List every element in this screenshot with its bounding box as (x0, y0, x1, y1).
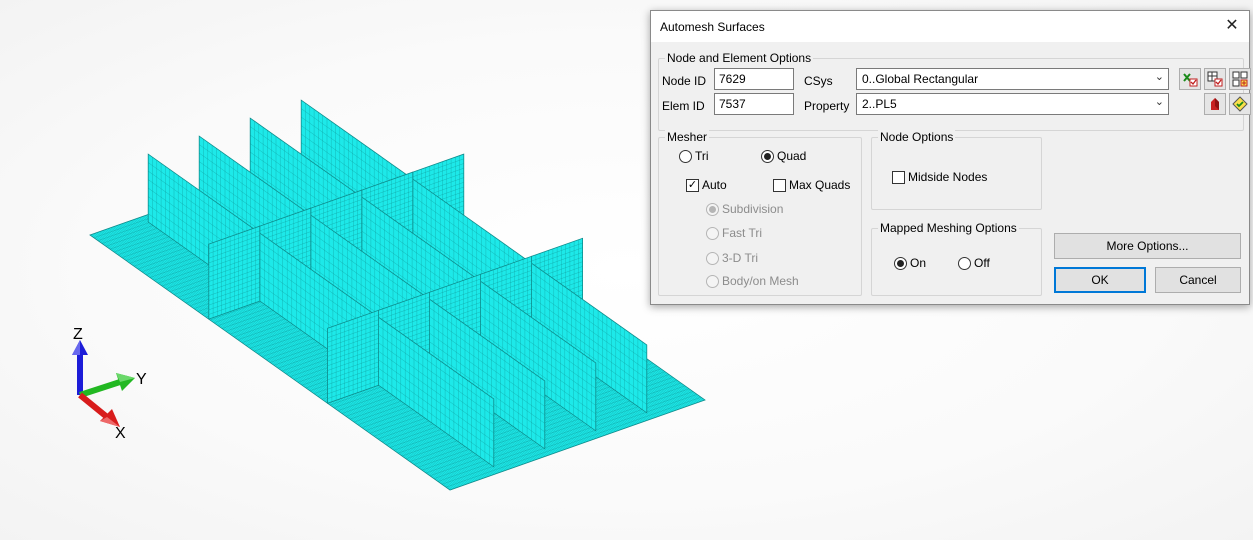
csys-label: CSys (804, 74, 833, 88)
fast-tri-radio[interactable]: Fast Tri (706, 226, 762, 240)
tri-radio-label: Tri (695, 149, 709, 163)
body-on-mesh-radio-dot (706, 274, 719, 288)
copy-csys-icon (1207, 71, 1223, 87)
csys-dropdown-value: 0..Global Rectangular (862, 72, 979, 86)
auto-checkbox[interactable]: ✓ Auto (686, 178, 727, 192)
quad-radio[interactable]: Quad (761, 149, 806, 163)
subdivision-radio[interactable]: Subdivision (706, 202, 783, 216)
checkmark-icon: ✓ (686, 178, 699, 192)
midside-nodes-box (892, 170, 905, 184)
automesh-surfaces-dialog: Automesh Surfaces ✕ Node and Element Opt… (650, 10, 1251, 305)
dialog-titlebar[interactable]: Automesh Surfaces ✕ (651, 11, 1249, 42)
cancel-button[interactable]: Cancel (1155, 267, 1241, 293)
mapped-on-radio-label: On (910, 256, 927, 270)
elem-id-field[interactable]: 7537 (714, 93, 794, 115)
elem-id-label: Elem ID (662, 99, 705, 113)
property-label: Property (804, 99, 850, 113)
ok-button[interactable]: OK (1054, 267, 1146, 293)
select-property-button[interactable] (1229, 93, 1251, 115)
new-property-button[interactable] (1204, 93, 1226, 115)
mapped-off-radio[interactable]: Off (958, 256, 990, 270)
property-dropdown[interactable]: 2..PL5 ⌄ (856, 93, 1169, 115)
chevron-down-icon: ⌄ (1154, 96, 1164, 108)
chevron-down-icon: ⌄ (1154, 71, 1164, 83)
fast-tri-radio-label: Fast Tri (722, 226, 763, 240)
fast-tri-radio-dot (706, 226, 719, 240)
node-id-field[interactable]: 7629 (714, 68, 794, 90)
subdivision-radio-label: Subdivision (722, 202, 784, 216)
z-axis-arrow (72, 340, 88, 395)
copy-csys-button[interactable] (1204, 68, 1226, 90)
select-csys-button[interactable] (1179, 68, 1201, 90)
select-csys-icon (1183, 73, 1198, 87)
midside-nodes-label: Midside Nodes (908, 170, 988, 184)
body-on-mesh-radio[interactable]: Body/on Mesh (706, 274, 799, 288)
mapped-off-radio-label: Off (974, 256, 990, 270)
property-dropdown-value: 2..PL5 (862, 97, 897, 111)
x-axis-arrow (78, 392, 120, 427)
more-options-button[interactable]: More Options... (1054, 233, 1241, 259)
y-axis-arrow (79, 373, 135, 398)
select-property-icon (1232, 96, 1248, 112)
new-csys-button[interactable] (1229, 68, 1251, 90)
tri-radio-dot (679, 149, 692, 163)
max-quads-checkbox[interactable]: Max Quads (773, 178, 850, 192)
quad-radio-label: Quad (777, 149, 807, 163)
x-axis-label: X (115, 425, 126, 442)
midside-nodes-checkbox[interactable]: Midside Nodes (892, 170, 987, 184)
node-options-group-label: Node Options (878, 130, 956, 144)
3d-tri-radio-label: 3-D Tri (722, 251, 758, 265)
subdivision-radio-dot (706, 202, 719, 216)
mapped-meshing-group-label: Mapped Meshing Options (878, 221, 1019, 235)
max-quads-box (773, 178, 786, 192)
z-axis-label: Z (73, 326, 83, 343)
mapped-on-radio-dot (894, 256, 907, 270)
close-button[interactable]: ✕ (1221, 15, 1243, 37)
new-csys-icon (1232, 71, 1248, 87)
dialog-title: Automesh Surfaces (660, 20, 765, 34)
csys-dropdown[interactable]: 0..Global Rectangular ⌄ (856, 68, 1169, 90)
y-axis-label: Y (136, 371, 147, 388)
tri-radio[interactable]: Tri (679, 149, 709, 163)
max-quads-label: Max Quads (789, 178, 851, 192)
node-element-options-label: Node and Element Options (665, 51, 814, 65)
3d-tri-radio[interactable]: 3-D Tri (706, 251, 758, 265)
mapped-on-radio[interactable]: On (894, 256, 926, 270)
new-property-icon (1211, 98, 1219, 110)
close-icon: ✕ (1225, 17, 1239, 34)
quad-radio-dot (761, 149, 774, 163)
node-id-label: Node ID (662, 74, 707, 88)
3d-tri-radio-dot (706, 251, 719, 265)
mapped-off-radio-dot (958, 256, 971, 270)
auto-checkbox-label: Auto (702, 178, 727, 192)
mesher-group-label: Mesher (665, 130, 710, 144)
body-on-mesh-radio-label: Body/on Mesh (722, 274, 799, 288)
